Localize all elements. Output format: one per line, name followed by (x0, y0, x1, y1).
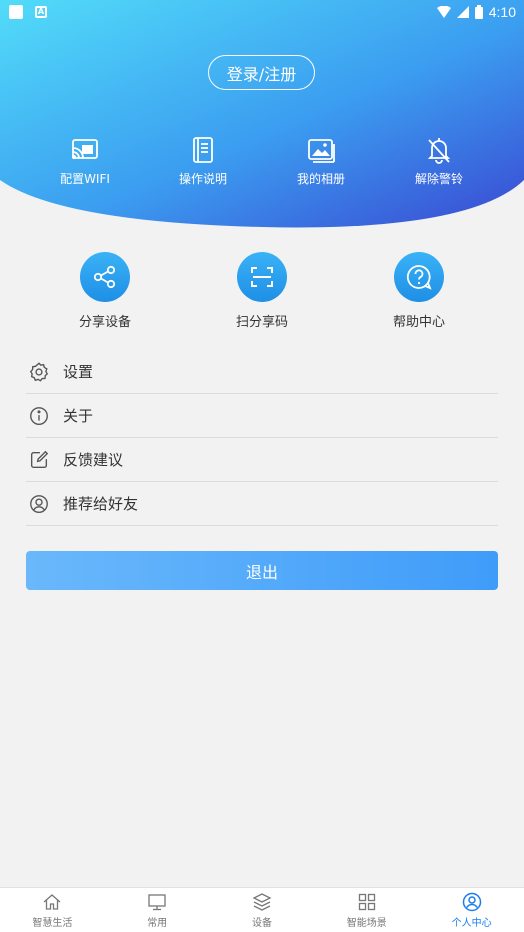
feature-label: 扫分享码 (235, 315, 288, 330)
scan-icon (251, 267, 273, 287)
feature-label: 帮助中心 (392, 315, 445, 330)
quick-action-label: 操作说明 (178, 172, 227, 186)
nav-label: 设备 (251, 917, 272, 929)
quick-action-label: 我的相册 (296, 172, 345, 186)
info-icon (30, 406, 48, 425)
feature-scan-code[interactable]: 扫分享码 (212, 252, 312, 330)
quick-action-manual[interactable]: 操作说明 (158, 135, 248, 187)
quick-action-label: 配置WIFI (60, 172, 110, 186)
nav-tab-smart-scene[interactable]: 智能场景 (314, 888, 419, 932)
user-circle-icon (30, 494, 48, 513)
quick-action-label: 解除警铃 (414, 172, 463, 186)
wifi-signal-icon (436, 6, 451, 18)
feature-label: 分享设备 (78, 315, 131, 330)
status-time: 4:10 (488, 4, 516, 20)
menu-label: 反馈建议 (63, 451, 124, 469)
feature-share-device[interactable]: 分享设备 (55, 252, 155, 330)
menu-label: 设置 (63, 363, 94, 381)
feature-help-center[interactable]: 帮助中心 (369, 252, 469, 330)
nav-label: 智能场景 (346, 917, 387, 929)
menu-item-about[interactable]: 关于 (26, 394, 498, 438)
photo-album-icon (308, 139, 335, 163)
battery-icon (474, 5, 483, 19)
nav-tab-common[interactable]: 常用 (105, 888, 210, 932)
cell-signal-icon (456, 6, 469, 18)
quick-action-album[interactable]: 我的相册 (276, 135, 366, 187)
status-bar: A 4:10 (0, 0, 524, 24)
layers-icon (252, 892, 272, 911)
grid-icon (358, 893, 375, 910)
feature-circle (394, 252, 444, 302)
login-register-button[interactable]: 登录/注册 (208, 55, 315, 90)
feature-circle (80, 252, 130, 302)
gear-icon (29, 361, 49, 382)
bell-off-icon (427, 138, 451, 164)
quick-action-config-wifi[interactable]: 配置WIFI (40, 135, 130, 187)
logout-button[interactable]: 退出 (26, 551, 498, 590)
notification-a-icon: A (35, 6, 47, 18)
nav-tab-personal-center[interactable]: 个人中心 (419, 888, 524, 932)
nav-label: 常用 (147, 917, 168, 929)
help-icon (406, 265, 432, 290)
menu-label: 关于 (63, 407, 94, 425)
home-icon (43, 893, 61, 910)
nav-tab-devices[interactable]: 设备 (210, 888, 315, 932)
nav-label: 个人中心 (451, 917, 492, 929)
menu-item-recommend-friend[interactable]: 推荐给好友 (26, 482, 498, 526)
menu-label: 推荐给好友 (63, 495, 139, 513)
share-icon (93, 265, 116, 289)
cast-wifi-icon (71, 139, 98, 160)
nav-label: 智慧生活 (32, 917, 73, 929)
edit-icon (30, 450, 49, 468)
monitor-icon (148, 893, 166, 910)
header-background (0, 0, 524, 228)
menu-item-feedback[interactable]: 反馈建议 (26, 438, 498, 482)
menu-item-settings[interactable]: 设置 (26, 350, 498, 394)
profile-header: 登录/注册 配置WIFI 操作说明 我的相册 解除警铃 (0, 0, 524, 240)
notification-square-icon (9, 5, 23, 19)
person-icon (462, 892, 481, 911)
manual-book-icon (193, 137, 213, 163)
bottom-nav: 智慧生活 常用 设备 智能场景 个人中心 (0, 887, 524, 932)
quick-action-disarm-alarm[interactable]: 解除警铃 (394, 135, 484, 187)
nav-tab-smart-life[interactable]: 智慧生活 (0, 888, 105, 932)
settings-menu: 设置 关于 反馈建议 推荐给好友 (26, 350, 498, 526)
feature-circle (237, 252, 287, 302)
